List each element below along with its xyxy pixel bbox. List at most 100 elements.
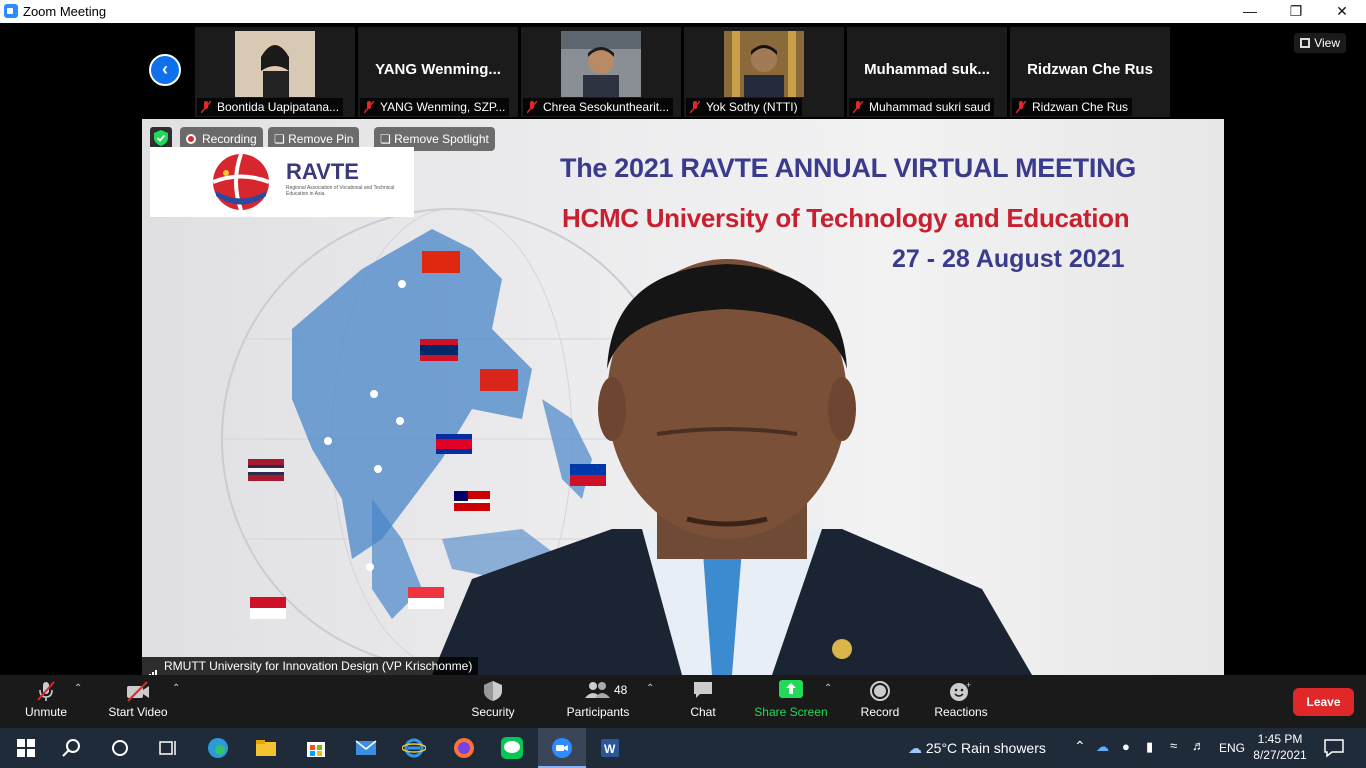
internet-explorer-icon[interactable]	[402, 736, 426, 760]
participant-tile[interactable]: Boontida Uapipatana...	[195, 27, 355, 117]
security-button[interactable]: Security	[466, 675, 520, 728]
maximize-button[interactable]: ❐	[1273, 0, 1319, 23]
participant-name-display: Muhammad suk...	[864, 61, 990, 78]
store-icon[interactable]	[304, 736, 328, 760]
clock-date: 8/27/2021	[1253, 748, 1307, 762]
wifi-icon[interactable]: ≈	[1170, 738, 1177, 753]
close-button[interactable]: ✕	[1319, 0, 1365, 23]
input-language[interactable]: ENG	[1219, 741, 1245, 755]
participant-name-label: Chrea Sesokunthearit...	[523, 98, 674, 116]
participants-options-caret[interactable]: ⌃	[646, 683, 654, 694]
muted-mic-icon	[37, 681, 55, 701]
muted-mic-icon	[527, 101, 537, 113]
participant-tile[interactable]: Chrea Sesokunthearit...	[521, 27, 681, 117]
participant-name-display: Ridzwan Che Rus	[1027, 61, 1153, 78]
zoom-taskbar-button[interactable]	[538, 728, 586, 768]
spotlight-video[interactable]: Recording ❏ Remove Pin ❏ Remove Spotligh…	[142, 119, 1224, 675]
tray-chevron-icon[interactable]: ⌃	[1074, 738, 1086, 755]
title-bar: Zoom Meeting — ❐ ✕	[0, 0, 1366, 23]
muted-mic-icon	[853, 101, 863, 113]
participant-photo	[561, 31, 641, 97]
line-app-icon[interactable]	[500, 736, 524, 760]
windows-start-icon[interactable]	[14, 736, 38, 760]
zoom-app-icon	[552, 738, 572, 758]
unmute-button[interactable]: Unmute	[18, 675, 74, 728]
participant-name-label: Muhammad sukri saud	[849, 98, 995, 116]
record-button[interactable]: Record	[856, 675, 904, 728]
minimize-button[interactable]: —	[1227, 0, 1273, 23]
participant-tile[interactable]: Yok Sothy (NTTI)	[684, 27, 844, 117]
battery-icon[interactable]: ▮	[1146, 739, 1153, 755]
windows-taskbar: W ☁ 25°C Rain showers ⌃ ☁ ● ▮ ≈ ♬ ENG 1:…	[0, 728, 1366, 768]
participant-name-label: YANG Wenming, SZP...	[360, 98, 510, 116]
ravte-logo: RAVTE Regional Association of Vocational…	[150, 147, 414, 217]
muted-mic-icon	[201, 101, 211, 113]
meeting-toolbar: Unmute ⌃ Start Video ⌃ Security 48 Parti…	[0, 675, 1366, 728]
participant-name-label: Boontida Uapipatana...	[197, 98, 344, 116]
notifications-icon[interactable]	[1322, 736, 1346, 760]
participant-name-display: YANG Wenming...	[375, 61, 501, 78]
svg-text:W: W	[604, 742, 616, 756]
file-explorer-icon[interactable]	[254, 736, 278, 760]
chat-button[interactable]: Chat	[680, 675, 726, 728]
share-screen-button[interactable]: Share Screen	[752, 675, 830, 728]
participants-button[interactable]: 48 Participants	[562, 675, 634, 728]
share-screen-icon	[779, 680, 803, 698]
clock-time: 1:45 PM	[1257, 732, 1303, 746]
microphone-tray-icon[interactable]: ●	[1122, 739, 1130, 754]
muted-mic-icon	[364, 101, 374, 113]
start-video-button[interactable]: Start Video	[106, 675, 170, 728]
cortana-icon[interactable]	[108, 736, 132, 760]
security-shield-icon[interactable]	[150, 127, 172, 149]
participant-photo	[724, 31, 804, 97]
chat-icon	[694, 682, 712, 698]
audio-options-caret[interactable]: ⌃	[74, 683, 82, 694]
svg-text:+: +	[966, 680, 971, 690]
speaker-name-label: RMUTT University for Innovation Design (…	[142, 657, 479, 675]
system-clock[interactable]: 1:45 PM 8/27/2021	[1250, 731, 1310, 763]
video-off-icon	[127, 681, 149, 702]
window-title: Zoom Meeting	[23, 4, 107, 19]
participant-name-label: Yok Sothy (NTTI)	[686, 98, 802, 116]
weather-widget[interactable]: ☁ 25°C Rain showers	[908, 740, 1046, 757]
participant-name-label: Ridzwan Che Rus	[1012, 98, 1133, 116]
muted-mic-icon	[690, 101, 700, 113]
participants-icon	[585, 682, 610, 698]
firefox-icon[interactable]	[452, 736, 476, 760]
reactions-button[interactable]: + Reactions	[930, 675, 992, 728]
record-dot-icon	[186, 134, 196, 144]
participant-tile[interactable]: Muhammad suk... Muhammad sukri saud	[847, 27, 1007, 117]
participant-photo	[235, 31, 315, 97]
shield-icon	[484, 681, 502, 701]
ravte-globe-icon	[212, 153, 270, 211]
recording-label: Recording	[202, 132, 257, 146]
slide-subheading: HCMC University of Technology and Educat…	[562, 203, 1130, 233]
view-button[interactable]: View	[1294, 33, 1346, 53]
participant-tile[interactable]: Ridzwan Che Rus Ridzwan Che Rus	[1010, 27, 1170, 117]
smiley-icon: +	[950, 680, 971, 701]
share-options-caret[interactable]: ⌃	[824, 683, 832, 694]
ravte-logo-text: RAVTE	[286, 159, 359, 184]
edge-browser-icon[interactable]	[206, 736, 230, 760]
previous-page-button[interactable]: ‹	[149, 54, 181, 86]
signal-bars-icon	[146, 662, 158, 675]
weather-cloud-icon: ☁	[908, 740, 922, 756]
volume-icon[interactable]: ♬	[1192, 738, 1205, 753]
search-icon[interactable]	[60, 736, 84, 760]
muted-mic-icon	[1016, 101, 1026, 113]
onedrive-icon[interactable]: ☁	[1096, 739, 1109, 755]
slide-dates: 27 - 28 August 2021	[892, 245, 1125, 273]
word-icon[interactable]: W	[598, 736, 622, 760]
leave-button[interactable]: Leave	[1293, 688, 1354, 716]
view-label: View	[1314, 36, 1340, 50]
record-icon	[870, 681, 890, 701]
task-view-icon[interactable]	[156, 736, 180, 760]
video-options-caret[interactable]: ⌃	[172, 683, 180, 694]
mail-icon[interactable]	[354, 736, 378, 760]
pin-icon: ❏	[380, 132, 391, 146]
meeting-stage: ‹ View Boontida Uapipatana... YANG Wenmi…	[0, 23, 1366, 675]
participant-tile[interactable]: YANG Wenming... YANG Wenming, SZP...	[358, 27, 518, 117]
participants-count: 48	[614, 683, 628, 697]
zoom-logo-icon	[4, 4, 18, 18]
slide-heading: The 2021 RAVTE ANNUAL VIRTUAL MEETING	[560, 153, 1136, 183]
